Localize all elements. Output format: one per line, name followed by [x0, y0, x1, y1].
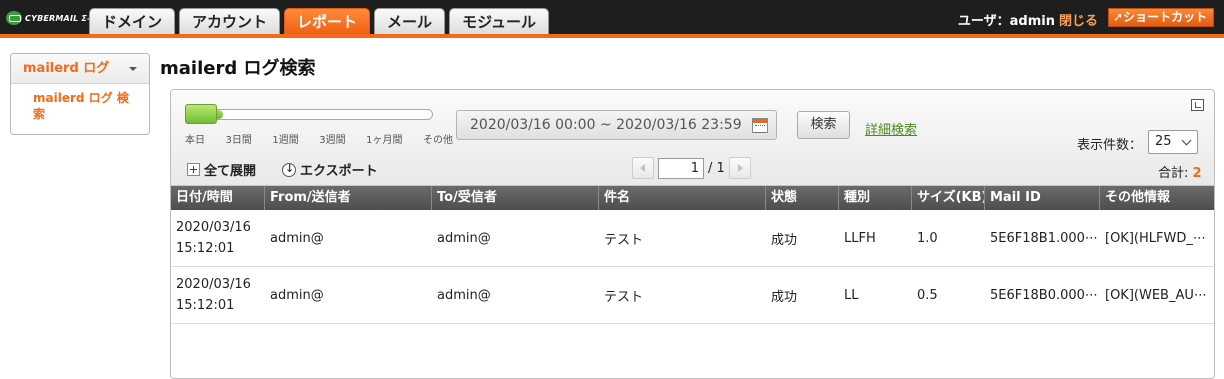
cell-to: admin@ [437, 230, 491, 246]
col-datetime[interactable]: 日付/時間 [171, 186, 265, 210]
tab-domain[interactable]: ドメイン [89, 8, 176, 35]
shortcut-label: ショートカット [1123, 10, 1208, 24]
app-logo[interactable]: CYBERMAIL Σ-ST [6, 10, 102, 26]
cell-type: LL [844, 287, 859, 303]
shortcut-button[interactable]: ➚ショートカット [1108, 8, 1214, 27]
next-page-button[interactable] [728, 157, 751, 179]
col-from[interactable]: From/送信者 [265, 186, 432, 210]
col-to[interactable]: To/受信者 [432, 186, 599, 210]
popout-window-icon[interactable] [1191, 99, 1204, 111]
cell-datetime: 2020/03/16 15:12:01 [176, 220, 251, 256]
logout-link[interactable]: 閉じる [1059, 14, 1098, 29]
tab-module[interactable]: モジュール [449, 8, 550, 35]
cell-to: admin@ [437, 287, 491, 303]
range-slider-labels: 本日 3日間 1週間 3週間 1ヶ月間 その他 [185, 131, 453, 146]
table-row[interactable]: 2020/03/16 15:12:01 admin@ admin@ テスト 成功… [171, 210, 1214, 267]
accent-stripe [0, 34, 1224, 38]
page-total: / 1 [708, 160, 725, 176]
envelope-logo-icon [6, 11, 22, 25]
date-range-text: 2020/03/16 00:00 ~ 2020/03/16 23:59 [470, 117, 742, 133]
caret-down-icon [129, 67, 137, 71]
cell-subject: テスト [604, 289, 644, 305]
range-label-1month[interactable]: 1ヶ月間 [366, 131, 402, 146]
export-label: エクスポート [300, 164, 378, 179]
cell-size: 0.5 [917, 287, 938, 303]
col-size[interactable]: サイズ(KB) [912, 186, 985, 210]
main-tabs: ドメイン アカウント レポート メール モジュール [89, 8, 550, 35]
user-info: ユーザ：admin 閉じる [958, 10, 1098, 29]
pager: 1 / 1 [632, 157, 751, 179]
range-slider-handle[interactable] [185, 104, 217, 124]
per-page-value: 25 [1155, 134, 1172, 149]
col-status[interactable]: 状態 [766, 186, 839, 210]
col-subject[interactable]: 件名 [599, 186, 766, 210]
col-other-info[interactable]: その他情報 [1100, 186, 1214, 210]
total-count: 合計: 2 [1158, 162, 1202, 181]
expand-plus-icon [187, 163, 200, 176]
cell-other-info: [OK](HLFWD_⋯ [1105, 230, 1206, 246]
cell-from: admin@ [270, 287, 324, 303]
expand-all-label: 全て展開 [204, 164, 257, 179]
calendar-icon[interactable] [752, 118, 768, 133]
page-number-input[interactable]: 1 [658, 157, 704, 179]
log-search-panel: 本日 3日間 1週間 3週間 1ヶ月間 その他 2020/03/16 00:00… [170, 89, 1215, 379]
cell-status: 成功 [771, 232, 798, 248]
per-page-label: 表示件数： [1077, 138, 1143, 153]
per-page-select[interactable]: 25 [1148, 130, 1198, 154]
date-range-field[interactable]: 2020/03/16 00:00 ~ 2020/03/16 23:59 [456, 110, 777, 140]
shortcut-arrow-icon: ➚ [1113, 10, 1124, 24]
range-label-3days[interactable]: 3日間 [226, 131, 252, 146]
range-label-3weeks[interactable]: 3週間 [319, 131, 345, 146]
range-label-today[interactable]: 本日 [185, 131, 205, 146]
table-row[interactable]: 2020/03/16 15:12:01 admin@ admin@ テスト 成功… [171, 267, 1214, 324]
cell-status: 成功 [771, 289, 798, 305]
page-title: mailerd ログ検索 [160, 58, 316, 79]
prev-page-button[interactable] [632, 157, 654, 179]
col-type[interactable]: 種別 [839, 186, 912, 210]
cell-datetime: 2020/03/16 15:12:01 [176, 277, 251, 313]
sidebar-header-label: mailerd ログ [23, 61, 110, 76]
expand-all-button[interactable]: 全て展開 [187, 160, 256, 179]
range-label-1week[interactable]: 1週間 [272, 131, 298, 146]
tab-report[interactable]: レポート [284, 8, 371, 35]
chevron-down-icon [1181, 135, 1192, 146]
cell-mail-id: 5E6F18B0.000⋯ [990, 287, 1098, 303]
cell-from: admin@ [270, 230, 324, 246]
total-number: 2 [1192, 166, 1202, 181]
search-button[interactable]: 検索 [797, 111, 850, 139]
search-toolbar: 本日 3日間 1週間 3週間 1ヶ月間 その他 2020/03/16 00:00… [171, 90, 1214, 186]
range-slider-track[interactable] [185, 109, 433, 120]
cell-type: LLFH [844, 230, 876, 246]
cell-size: 1.0 [917, 230, 938, 246]
sidebar-item-log-search[interactable]: mailerd ログ 検索 [11, 84, 149, 122]
user-label: ユーザ：admin [957, 14, 1055, 29]
cell-other-info: [OK](WEB_AU⋯ [1105, 287, 1207, 303]
col-mail-id[interactable]: Mail ID [985, 186, 1100, 210]
advanced-search-link[interactable]: 詳細検索 [865, 119, 917, 138]
tab-account[interactable]: アカウント [179, 8, 281, 35]
tab-mail[interactable]: メール [374, 8, 446, 35]
sidebar-header[interactable]: mailerd ログ [11, 54, 149, 84]
cell-subject: テスト [604, 232, 644, 248]
table-header: 日付/時間 From/送信者 To/受信者 件名 状態 種別 サイズ(KB) M… [171, 186, 1214, 210]
total-label: 合計: [1158, 166, 1189, 181]
sidebar: mailerd ログ mailerd ログ 検索 [10, 53, 150, 135]
range-label-other[interactable]: その他 [423, 131, 453, 146]
top-bar: CYBERMAIL Σ-ST ドメイン アカウント レポート メール モジュール… [0, 0, 1224, 38]
cell-mail-id: 5E6F18B1.000⋯ [990, 230, 1098, 246]
download-icon [282, 162, 296, 177]
export-button[interactable]: エクスポート [282, 160, 378, 179]
